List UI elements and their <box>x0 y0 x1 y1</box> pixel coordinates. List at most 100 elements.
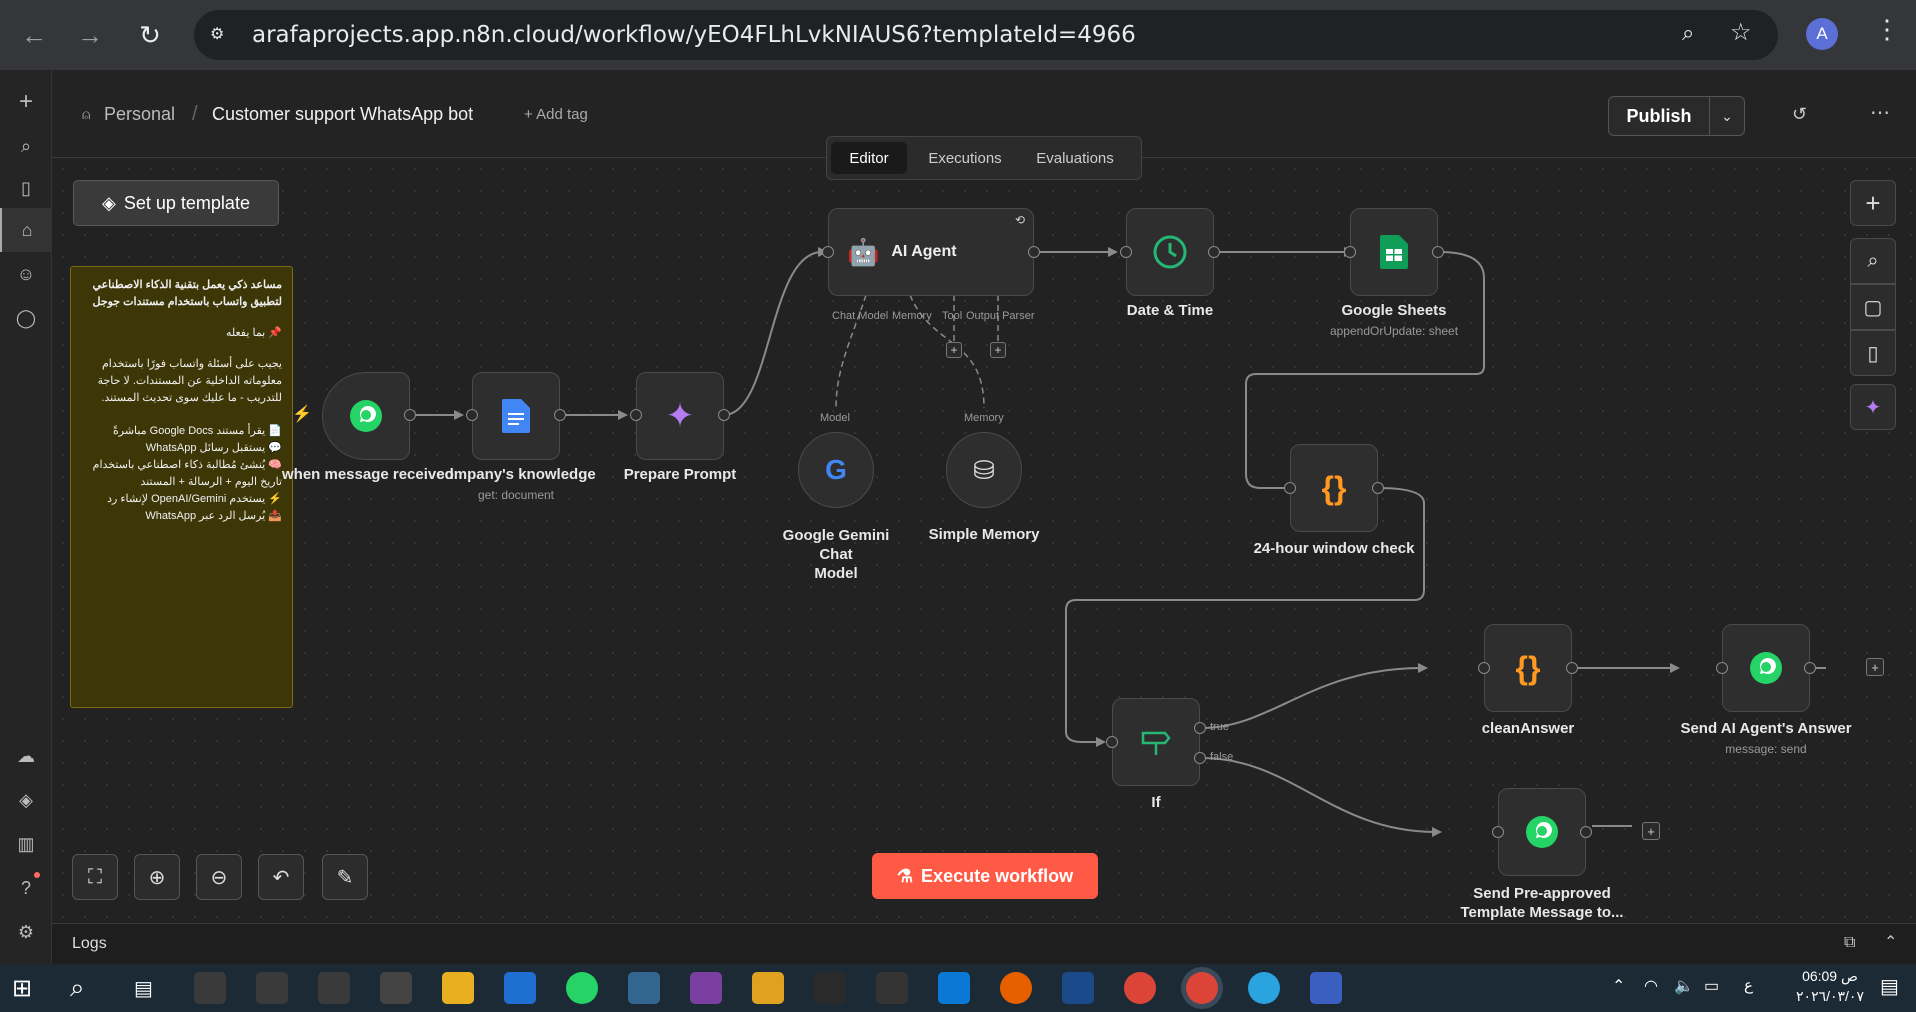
tray-chevron-icon[interactable]: ⌃ <box>1612 976 1625 996</box>
language-indicator[interactable]: ع <box>1744 976 1753 994</box>
node-window-check[interactable]: {} <box>1290 444 1378 532</box>
cloud-icon[interactable]: ☁ <box>0 734 52 778</box>
port-out[interactable] <box>1580 826 1592 838</box>
volume-icon[interactable]: 🔈 <box>1674 976 1694 996</box>
port-out[interactable] <box>554 409 566 421</box>
app-icon[interactable] <box>1062 972 1094 1004</box>
app-icon[interactable] <box>752 972 784 1004</box>
search-nodes-icon[interactable]: ⌕ <box>1850 238 1896 284</box>
add-icon[interactable]: + <box>0 80 52 124</box>
app-icon[interactable] <box>256 972 288 1004</box>
node-google-sheets[interactable] <box>1350 208 1438 296</box>
workflow-title[interactable]: Customer support WhatsApp bot <box>212 104 473 125</box>
chat-icon[interactable]: ◯ <box>0 296 52 340</box>
app-icon[interactable] <box>876 972 908 1004</box>
port-in[interactable] <box>1492 826 1504 838</box>
terminal-icon[interactable] <box>380 972 412 1004</box>
more-options-icon[interactable]: ⋯ <box>1870 100 1890 125</box>
task-view-icon[interactable]: ▤ <box>134 976 153 1001</box>
vscode-icon[interactable] <box>938 972 970 1004</box>
back-icon[interactable]: ← <box>14 15 54 55</box>
bookmark-star-icon[interactable]: ☆ <box>1730 18 1752 47</box>
add-node-icon[interactable]: + <box>1850 180 1896 226</box>
popout-icon[interactable]: ⧉ <box>1844 934 1855 952</box>
app-icon[interactable] <box>1310 972 1342 1004</box>
chrome-icon[interactable] <box>1124 972 1156 1004</box>
add-output-parser-button[interactable]: + <box>990 342 1006 358</box>
tidy-up-icon[interactable]: ✎ <box>322 854 368 900</box>
help-icon[interactable]: ? <box>0 866 52 910</box>
port-in[interactable] <box>1120 246 1132 258</box>
mail-icon[interactable] <box>504 972 536 1004</box>
app-icon[interactable] <box>690 972 722 1004</box>
execute-workflow-button[interactable]: ⚗ Execute workflow <box>872 853 1098 899</box>
port-out[interactable] <box>1208 246 1220 258</box>
port-in[interactable] <box>1344 246 1356 258</box>
insights-icon[interactable]: ▥ <box>0 822 52 866</box>
sticky-note-icon[interactable]: ▢ <box>1850 284 1896 330</box>
telegram-icon[interactable] <box>1248 972 1280 1004</box>
clock-time[interactable]: 06:09 ص <box>1780 968 1880 985</box>
port-in[interactable] <box>822 246 834 258</box>
port-true[interactable] <box>1194 722 1206 734</box>
browser-menu-icon[interactable]: ⋮ <box>1874 16 1900 42</box>
node-google-docs[interactable] <box>472 372 560 460</box>
url-text[interactable]: arafaprojects.app.n8n.cloud/workflow/yEO… <box>252 22 1136 48</box>
site-settings-icon[interactable]: ⚙ <box>210 24 234 46</box>
zoom-in-icon[interactable]: ⊕ <box>134 854 180 900</box>
clock-date[interactable]: ٢٠٢٦/٠٣/٠٧ <box>1780 988 1880 1005</box>
app-icon[interactable] <box>814 972 846 1004</box>
user-icon[interactable]: ☺ <box>0 252 52 296</box>
wifi-icon[interactable]: ◠ <box>1644 976 1658 996</box>
port-in[interactable] <box>1716 662 1728 674</box>
node-date-time[interactable] <box>1126 208 1214 296</box>
port-in[interactable] <box>1106 736 1118 748</box>
history-icon[interactable]: ↺ <box>1792 104 1807 125</box>
app-icon[interactable] <box>318 972 350 1004</box>
panel-toggle-icon[interactable]: ▯ <box>0 166 52 210</box>
port-in[interactable] <box>630 409 642 421</box>
zoom-out-icon[interactable]: ⊖ <box>196 854 242 900</box>
logs-panel[interactable]: Logs ⧉ ⌃ <box>52 923 1916 964</box>
node-simple-memory[interactable]: ⛁ <box>946 432 1022 508</box>
node-ai-agent[interactable]: 🤖 AI Agent ⟲ <box>828 208 1034 296</box>
settings-icon[interactable]: ⚙ <box>0 910 52 954</box>
chrome-active-icon[interactable] <box>1186 972 1218 1004</box>
port-out[interactable] <box>1372 482 1384 494</box>
workflow-canvas[interactable]: Editor Executions Evaluations ◈ Set up te… <box>52 136 1916 923</box>
node-whatsapp-trigger[interactable] <box>322 372 410 460</box>
add-node-button[interactable]: + <box>1642 822 1660 840</box>
ai-assistant-icon[interactable]: ✦ <box>1850 384 1896 430</box>
forward-icon[interactable]: → <box>70 15 110 55</box>
whatsapp-app-icon[interactable] <box>566 972 598 1004</box>
notifications-icon[interactable]: ▤ <box>1880 974 1899 999</box>
address-bar[interactable]: ⚙ arafaprojects.app.n8n.cloud/workflow/y… <box>194 10 1778 60</box>
add-tag-button[interactable]: + Add tag <box>524 106 588 123</box>
file-explorer-icon[interactable] <box>442 972 474 1004</box>
port-out[interactable] <box>1804 662 1816 674</box>
add-tool-button[interactable]: + <box>946 342 962 358</box>
node-clean-answer[interactable]: {} <box>1484 624 1572 712</box>
node-prepare-prompt[interactable]: ✦ <box>636 372 724 460</box>
node-gemini[interactable]: G <box>798 432 874 508</box>
port-out[interactable] <box>404 409 416 421</box>
taskbar-search-icon[interactable]: ⌕ <box>70 972 85 1004</box>
reload-icon[interactable]: ↻ <box>130 15 170 55</box>
node-if[interactable] <box>1112 698 1200 786</box>
undo-icon[interactable]: ↶ <box>258 854 304 900</box>
port-out[interactable] <box>1028 246 1040 258</box>
port-out[interactable] <box>718 409 730 421</box>
search-icon[interactable]: ⌕ <box>0 124 52 168</box>
templates-icon[interactable]: ◈ <box>0 778 52 822</box>
fit-view-icon[interactable]: ⛶ <box>72 854 118 900</box>
windows-start-icon[interactable]: ⊞ <box>12 974 32 1003</box>
profile-avatar[interactable]: A <box>1806 18 1838 50</box>
add-node-button[interactable]: + <box>1866 658 1884 676</box>
firefox-icon[interactable] <box>1000 972 1032 1004</box>
port-out[interactable] <box>1566 662 1578 674</box>
port-in[interactable] <box>1284 482 1296 494</box>
port-out[interactable] <box>1432 246 1444 258</box>
postgres-icon[interactable] <box>628 972 660 1004</box>
app-icon[interactable] <box>194 972 226 1004</box>
port-in[interactable] <box>466 409 478 421</box>
